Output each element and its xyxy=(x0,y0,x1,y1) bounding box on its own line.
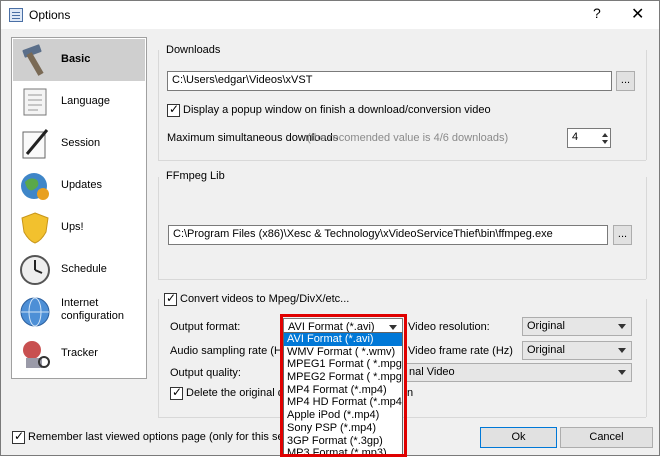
sidebar-item-label: Internet configuration xyxy=(61,297,124,322)
video-resolution-value: Original xyxy=(527,320,565,332)
ffmpeg-path-browse-button[interactable]: ... xyxy=(613,225,632,245)
sidebar-item-internet-configuration[interactable]: Internet configuration xyxy=(13,291,145,333)
video-resolution-label: Video resolution: xyxy=(408,321,490,333)
options-sidebar: Basic Language Session Updates Ups! Sche… xyxy=(11,37,147,379)
video-frame-rate-label: Video frame rate (Hz) xyxy=(408,345,513,357)
spin-down-icon[interactable] xyxy=(602,140,608,144)
output-format-label: Output format: xyxy=(170,321,241,333)
delete-original-label-tail: n xyxy=(407,387,414,399)
ffmpeg-path-input[interactable]: C:\Program Files (x86)\Xesc & Technology… xyxy=(168,225,608,245)
max-downloads-value: 4 xyxy=(572,131,579,143)
sidebar-item-label: Tracker xyxy=(61,347,98,359)
video-frame-rate-value: Original xyxy=(527,344,565,356)
audio-sampling-label: Audio sampling rate (Hz): xyxy=(170,345,295,357)
sidebar-item-updates[interactable]: Updates xyxy=(13,165,145,207)
title-bar: Options ? ✕ xyxy=(1,1,659,29)
downloads-group-title: Downloads xyxy=(166,44,221,56)
popup-checkbox-label: Display a popup window on finish a downl… xyxy=(183,104,491,116)
clock-icon xyxy=(20,255,50,285)
options-app-icon xyxy=(9,8,23,22)
sidebar-item-label: Basic xyxy=(61,53,91,65)
sidebar-item-tracker[interactable]: Tracker xyxy=(13,333,145,375)
group-border xyxy=(158,177,159,279)
group-border xyxy=(646,299,647,417)
output-quality-select[interactable]: nal Video xyxy=(405,363,632,382)
remember-page-label: Remember last viewed options page (only … xyxy=(28,431,313,443)
convert-videos-label: Convert videos to Mpeg/DivX/etc... xyxy=(180,293,350,305)
close-button[interactable]: ✕ xyxy=(631,4,644,24)
internet-globe-icon xyxy=(20,297,50,327)
output-quality-value: nal Video xyxy=(409,366,455,378)
remember-page-checkbox[interactable] xyxy=(12,429,25,444)
sidebar-item-label: Language xyxy=(61,95,110,107)
max-downloads-spinner[interactable]: 4 xyxy=(567,128,611,148)
spin-up-icon[interactable] xyxy=(602,133,608,137)
globe-update-icon xyxy=(21,173,49,200)
window-title: Options xyxy=(29,8,71,22)
ok-button[interactable]: Ok xyxy=(480,427,557,448)
ffmpeg-group-title: FFmpeg Lib xyxy=(166,170,225,182)
shield-warning-icon xyxy=(21,212,49,244)
video-resolution-select[interactable]: Original xyxy=(522,317,632,336)
download-path-input[interactable]: C:\Users\edgar\Videos\xVST xyxy=(167,71,612,91)
group-border xyxy=(158,50,159,160)
tracker-icon xyxy=(23,341,50,368)
sidebar-item-label: Session xyxy=(61,137,101,149)
popup-checkbox[interactable] xyxy=(167,102,180,117)
hammer-icon xyxy=(22,44,44,76)
sidebar-item-schedule[interactable]: Schedule xyxy=(13,249,145,291)
sidebar-item-session[interactable]: Session xyxy=(13,123,145,165)
group-border xyxy=(158,160,646,161)
sidebar-item-ups[interactable]: Ups! xyxy=(13,207,145,249)
sidebar-item-label: Updates xyxy=(61,179,102,191)
sidebar-item-basic[interactable]: Basic xyxy=(13,39,145,81)
output-quality-label: Output quality: xyxy=(170,367,241,379)
group-border xyxy=(158,279,646,280)
sidebar-item-label: Schedule xyxy=(61,263,107,275)
download-path-browse-button[interactable]: ... xyxy=(616,71,635,91)
sidebar-item-language[interactable]: Language xyxy=(13,81,145,123)
chevron-down-icon xyxy=(618,348,626,353)
cancel-button[interactable]: Cancel xyxy=(560,427,653,448)
group-border xyxy=(646,50,647,160)
chevron-down-icon xyxy=(618,370,626,375)
chevron-down-icon xyxy=(618,324,626,329)
max-downloads-hint: (the recomended value is 4/6 downloads) xyxy=(307,132,509,144)
group-border xyxy=(646,177,647,279)
video-frame-rate-select[interactable]: Original xyxy=(522,341,632,360)
sidebar-item-label: Ups! xyxy=(61,221,84,233)
group-border xyxy=(158,299,159,417)
delete-original-checkbox[interactable] xyxy=(170,385,183,400)
convert-videos-checkbox[interactable] xyxy=(164,291,177,306)
help-button[interactable]: ? xyxy=(593,5,601,21)
red-highlight-annotation xyxy=(280,314,407,457)
scroll-icon xyxy=(23,88,47,116)
options-window: Options ? ✕ Basic Language Session Updat… xyxy=(0,0,660,457)
pen-paper-icon xyxy=(22,129,49,159)
